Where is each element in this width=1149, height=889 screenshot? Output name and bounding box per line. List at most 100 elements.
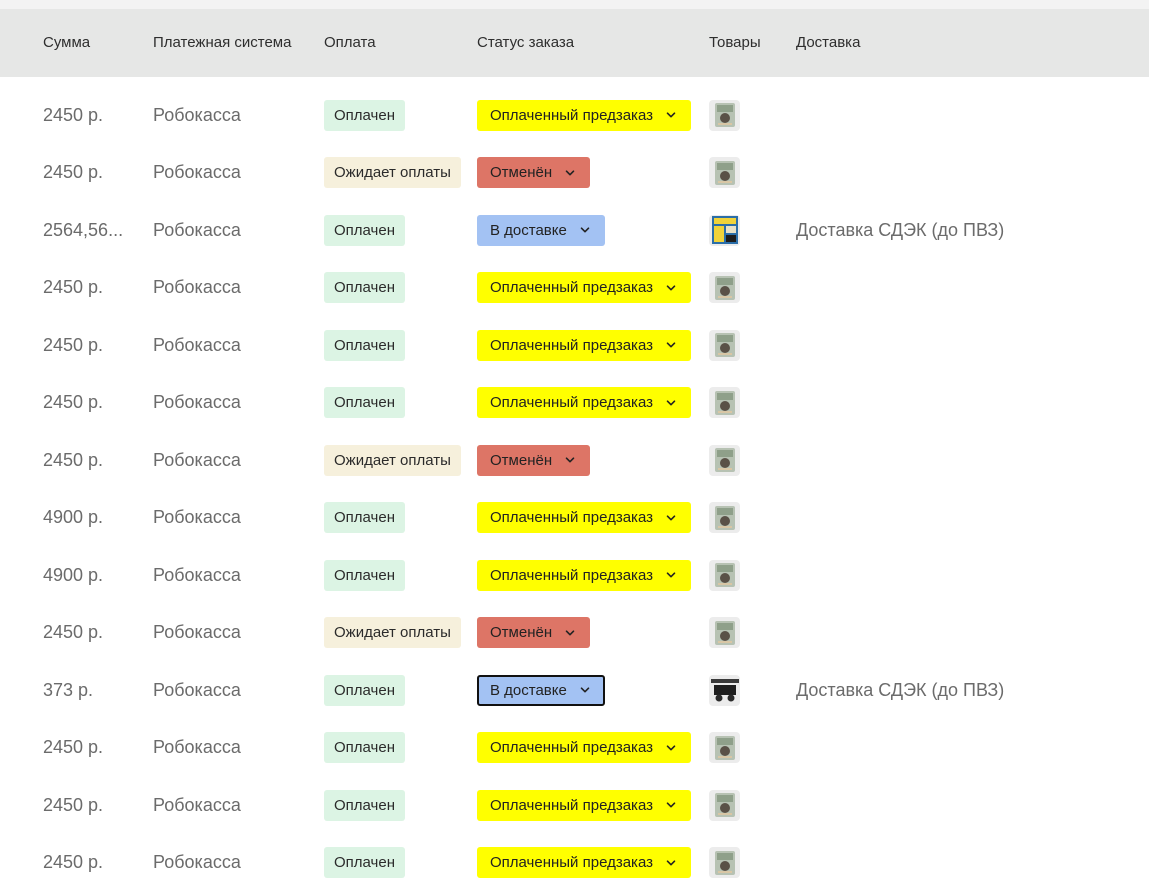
product-box-icon[interactable]: [709, 99, 740, 131]
order-status-select[interactable]: Оплаченный предзаказ: [477, 99, 692, 131]
chevron-down-icon: [666, 400, 676, 406]
payment-cell: Оплачен: [324, 719, 405, 777]
status-cell: Оплаченный предзаказ: [477, 719, 692, 777]
order-status-select[interactable]: Оплаченный предзаказ: [477, 559, 692, 591]
order-status-select[interactable]: Оплаченный предзаказ: [477, 789, 692, 821]
payment-cell: Оплачен: [324, 777, 405, 835]
payment-status-badge: Оплачен: [324, 559, 405, 591]
goods-cell: [709, 662, 740, 720]
payment-status-badge: Оплачен: [324, 502, 405, 534]
table-row[interactable]: 2450 р. Робокасса Оплачен Оплаченный предза…: [0, 719, 1149, 777]
order-status-select[interactable]: Оплаченный предзаказ: [477, 732, 692, 764]
chevron-down-icon: [565, 457, 575, 463]
payment-system: Робокасса: [153, 449, 241, 470]
payment-status-badge: Оплачен: [324, 214, 405, 246]
payment-cell: Оплачен: [324, 374, 405, 432]
order-status-select[interactable]: В доставке: [477, 674, 605, 706]
product-box-icon[interactable]: [709, 847, 740, 879]
product-box-icon[interactable]: [709, 329, 740, 361]
payment-status-badge: Оплачен: [324, 847, 405, 879]
payment-system: Робокасса: [153, 794, 241, 815]
delivery-method: Доставка СДЭК (до ПВЗ): [796, 219, 1005, 240]
goods-cell: [709, 374, 740, 432]
payment-system: Робокасса: [153, 104, 241, 125]
payment-cell: Оплачен: [324, 202, 405, 260]
table-row[interactable]: 2564,56... Робокасса Оплачен В доставке Дост…: [0, 202, 1149, 260]
table-row[interactable]: 2450 р. Робокасса Ожидает оплаты Отменён: [0, 432, 1149, 490]
table-row[interactable]: 2450 р. Робокасса Ожидает оплаты Отменён: [0, 604, 1149, 662]
table-row[interactable]: 2450 р. Робокасса Оплачен Оплаченный предза…: [0, 834, 1149, 889]
order-status-label: Оплаченный предзаказ: [490, 566, 654, 584]
order-status-select[interactable]: Отменён: [477, 617, 591, 649]
product-box-icon[interactable]: [709, 789, 740, 821]
column-header-status: Статус заказа: [477, 34, 575, 51]
payment-cell: Оплачен: [324, 259, 405, 317]
product-box-icon[interactable]: [709, 502, 740, 534]
payment-status-badge: Оплачен: [324, 789, 405, 821]
order-sum: 2450 р.: [43, 104, 104, 125]
order-status-select[interactable]: Оплаченный предзаказ: [477, 847, 692, 879]
goods-cell: [709, 604, 740, 662]
chevron-down-icon: [666, 515, 676, 521]
order-status-label: В доставке: [490, 221, 567, 239]
order-status-select[interactable]: Оплаченный предзаказ: [477, 272, 692, 304]
chevron-down-icon: [565, 630, 575, 636]
status-cell: В доставке: [477, 202, 605, 260]
payment-system: Робокасса: [153, 392, 241, 413]
payment-cell: Ожидает оплаты: [324, 144, 461, 202]
column-header-delivery: Доставка: [796, 34, 861, 51]
table-row[interactable]: 4900 р. Робокасса Оплачен Оплаченный предза…: [0, 547, 1149, 605]
table-row[interactable]: 2450 р. Робокасса Оплачен Оплаченный предза…: [0, 317, 1149, 375]
column-header-sum: Сумма: [43, 34, 91, 51]
column-header-payment-system: Платежная система: [153, 34, 292, 51]
product-box-icon[interactable]: [709, 157, 740, 189]
order-status-select[interactable]: Отменён: [477, 157, 591, 189]
table-row[interactable]: 373 р. Робокасса Оплачен В доставке Доставка…: [0, 662, 1149, 720]
table-row[interactable]: 2450 р. Робокасса Оплачен Оплаченный предза…: [0, 777, 1149, 835]
order-status-select[interactable]: Оплаченный предзаказ: [477, 502, 692, 534]
order-status-select[interactable]: В доставке: [477, 214, 605, 246]
order-status-label: Оплаченный предзаказ: [490, 279, 654, 297]
goods-cell: [709, 144, 740, 202]
payment-system: Робокасса: [153, 852, 241, 873]
payment-cell: Оплачен: [324, 834, 405, 889]
chevron-down-icon: [666, 745, 676, 751]
product-box-icon[interactable]: [709, 617, 740, 649]
table-row[interactable]: 2450 р. Робокасса Оплачен Оплаченный предза…: [0, 87, 1149, 145]
chevron-down-icon: [666, 860, 676, 866]
table-row[interactable]: 2450 р. Робокасса Оплачен Оплаченный предза…: [0, 374, 1149, 432]
order-status-select[interactable]: Оплаченный предзаказ: [477, 387, 692, 419]
order-status-label: Оплаченный предзаказ: [490, 509, 654, 527]
product-card-icon[interactable]: [709, 214, 740, 246]
order-status-label: Оплаченный предзаказ: [490, 796, 654, 814]
product-box-icon[interactable]: [709, 732, 740, 764]
order-status-select[interactable]: Отменён: [477, 444, 591, 476]
order-status-label: Оплаченный предзаказ: [490, 854, 654, 872]
payment-status-badge: Оплачен: [324, 272, 405, 304]
payment-status-badge: Оплачен: [324, 732, 405, 764]
status-cell: Оплаченный предзаказ: [477, 834, 692, 889]
order-status-label: В доставке: [490, 681, 567, 699]
product-box-icon[interactable]: [709, 444, 740, 476]
table-row[interactable]: 4900 р. Робокасса Оплачен Оплаченный предза…: [0, 489, 1149, 547]
goods-cell: [709, 432, 740, 490]
product-dark-icon[interactable]: [709, 674, 740, 706]
status-cell: Отменён: [477, 432, 591, 490]
payment-system: Робокасса: [153, 737, 241, 758]
goods-cell: [709, 834, 740, 889]
goods-cell: [709, 547, 740, 605]
delivery-method: Доставка СДЭК (до ПВЗ): [796, 679, 1005, 700]
order-status-select[interactable]: Оплаченный предзаказ: [477, 329, 692, 361]
order-status-label: Отменён: [490, 451, 553, 469]
table-header: Сумма Платежная система Оплата Статус за…: [0, 9, 1149, 77]
product-box-icon[interactable]: [709, 272, 740, 304]
status-cell: Оплаченный предзаказ: [477, 777, 692, 835]
status-cell: Оплаченный предзаказ: [477, 489, 692, 547]
table-row[interactable]: 2450 р. Робокасса Оплачен Оплаченный предза…: [0, 259, 1149, 317]
table-row[interactable]: 2450 р. Робокасса Ожидает оплаты Отменён: [0, 144, 1149, 202]
payment-cell: Оплачен: [324, 547, 405, 605]
order-sum: 4900 р.: [43, 564, 104, 585]
product-box-icon[interactable]: [709, 387, 740, 419]
order-sum: 4900 р.: [43, 507, 104, 527]
product-box-icon[interactable]: [709, 559, 740, 591]
